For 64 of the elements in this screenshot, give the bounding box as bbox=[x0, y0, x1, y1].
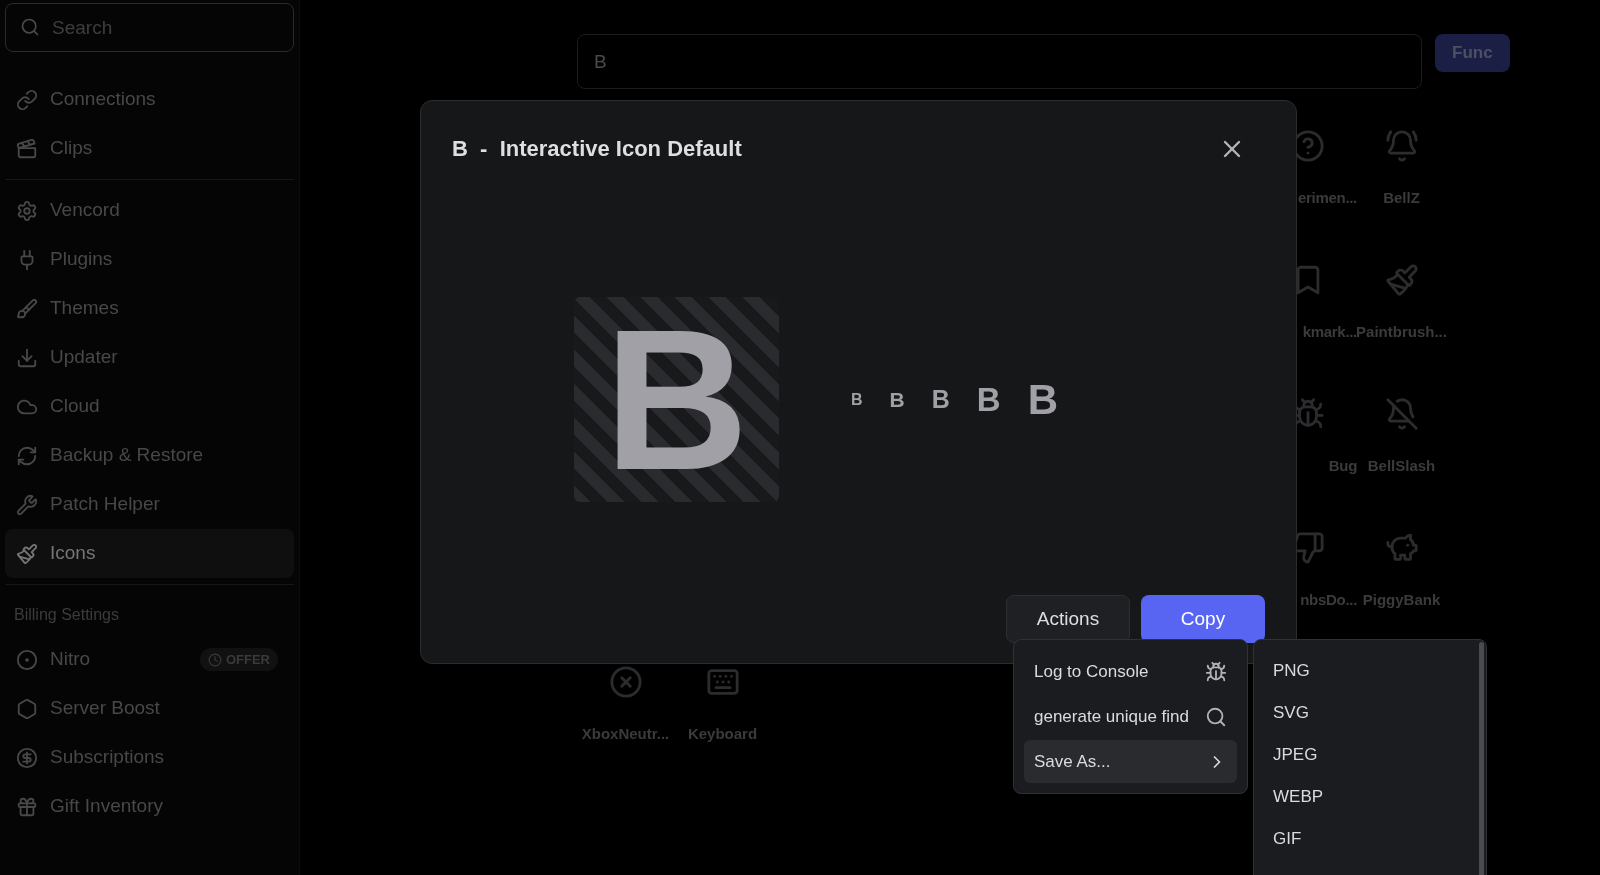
menu-item[interactable]: SVG bbox=[1273, 692, 1479, 734]
sidebar-item[interactable]: Patch Helper bbox=[5, 480, 294, 529]
menu-item[interactable]: Save As... bbox=[1024, 740, 1237, 783]
sidebar-item[interactable]: Gift Inventory bbox=[5, 782, 294, 831]
sidebar-item[interactable]: Updater bbox=[5, 333, 294, 382]
icon-label: nbsDo... bbox=[1300, 590, 1357, 610]
copy-button[interactable]: Copy bbox=[1141, 595, 1265, 643]
menu-item[interactable]: generate unique find bbox=[1024, 695, 1237, 738]
sidebar-item[interactable]: Icons bbox=[5, 529, 294, 578]
brush-icon bbox=[16, 297, 38, 320]
menu-item[interactable]: GIF bbox=[1273, 818, 1479, 860]
x-circle-icon[interactable] bbox=[608, 665, 643, 699]
icon-label: BellZ bbox=[1383, 188, 1420, 208]
hexagon-icon bbox=[16, 697, 38, 720]
search-field[interactable]: Search bbox=[5, 3, 294, 52]
bell-icon[interactable] bbox=[1384, 129, 1419, 163]
link-icon bbox=[16, 88, 38, 111]
sidebar-item[interactable]: Vencord bbox=[5, 186, 294, 235]
search-field[interactable]: B bbox=[578, 35, 1421, 88]
wrench-icon bbox=[16, 493, 38, 516]
sidebar-item[interactable]: Subscriptions bbox=[5, 733, 294, 782]
sidebar-item[interactable]: Backup & Restore bbox=[5, 431, 294, 480]
icon-label: BellSlash bbox=[1367, 456, 1436, 476]
icon-preview: B bbox=[976, 379, 1001, 420]
ring-icon bbox=[16, 648, 38, 671]
sidebar-item[interactable]: Plugins bbox=[5, 235, 294, 284]
sidebar-item[interactable]: Themes bbox=[5, 284, 294, 333]
icon-preview: B bbox=[931, 383, 950, 415]
icon-label: XboxNeutr... bbox=[581, 724, 670, 744]
search-icon bbox=[20, 17, 40, 37]
gift-icon bbox=[16, 795, 38, 818]
search-icon bbox=[1205, 705, 1227, 728]
gear-icon bbox=[16, 199, 38, 222]
icon-label: erimen... bbox=[1298, 188, 1357, 208]
icon-preview: B bbox=[851, 389, 863, 410]
clapperboard-icon bbox=[16, 137, 38, 160]
sidebar-item[interactable]: Clips bbox=[5, 124, 294, 173]
icon-preview: B bbox=[1027, 375, 1058, 425]
menu-item[interactable]: Log to Console bbox=[1024, 650, 1237, 693]
sidebar-item[interactable]: Connections bbox=[5, 75, 294, 124]
paintbrush-icon bbox=[16, 542, 38, 565]
dollar-icon bbox=[16, 746, 38, 769]
bug-icon bbox=[1205, 660, 1227, 683]
icon-label: kmark... bbox=[1302, 322, 1357, 342]
sidebar-item[interactable]: Server Boost bbox=[5, 684, 294, 733]
refresh-icon bbox=[16, 444, 38, 467]
paintbrush-icon[interactable] bbox=[1384, 263, 1419, 297]
icon-preview: B bbox=[889, 386, 905, 413]
bell-slash-icon[interactable] bbox=[1384, 397, 1419, 431]
actions-button[interactable]: Actions bbox=[1006, 595, 1130, 643]
menu-item[interactable]: WEBP bbox=[1273, 776, 1479, 818]
section-header: Billing Settings bbox=[13, 605, 120, 625]
icon-label: PiggyBank bbox=[1362, 590, 1441, 610]
large-icon-preview: B bbox=[574, 297, 779, 502]
icon-label: Bug bbox=[1328, 456, 1357, 476]
sidebar-item[interactable]: Cloud bbox=[5, 382, 294, 431]
icon-label: Keyboard bbox=[687, 724, 758, 744]
dialog-title: B - Interactive Icon Default bbox=[452, 135, 742, 163]
menu-item[interactable]: PNG bbox=[1273, 650, 1479, 692]
scrollbar[interactable] bbox=[1479, 642, 1484, 875]
icon-label: Paintbrush... bbox=[1356, 322, 1447, 342]
clock-icon bbox=[207, 652, 222, 667]
download-icon bbox=[16, 346, 38, 369]
menu-item[interactable]: JPEG bbox=[1273, 734, 1479, 776]
